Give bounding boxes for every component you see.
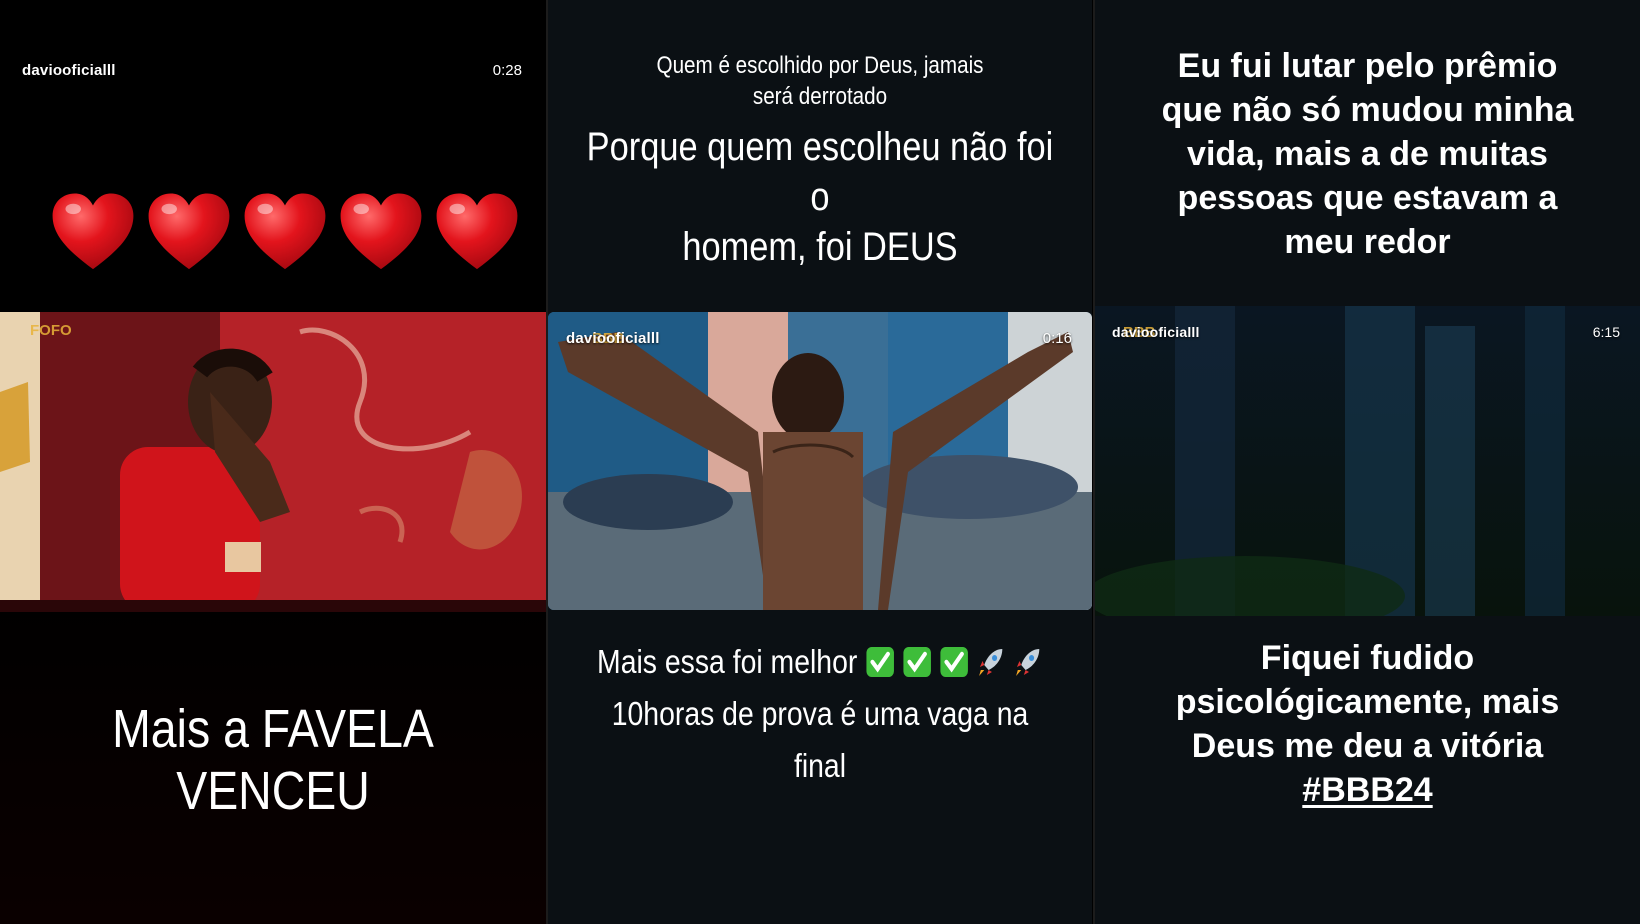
- video-frame[interactable]: BBB daviooficialll 6:15: [1095, 306, 1640, 616]
- hearts-row: [50, 190, 520, 276]
- heart-icon: [148, 193, 230, 270]
- caption-line: Eu fui lutar pelo prêmio: [1177, 47, 1558, 85]
- check-mark-icon: [903, 647, 931, 677]
- caption-text: Mais essa foi melhor: [597, 643, 858, 680]
- story-top-caption: Eu fui lutar pelo prêmio que não só mudo…: [1095, 44, 1640, 264]
- username-label[interactable]: daviooficialll: [566, 330, 660, 347]
- story-panel-3[interactable]: Eu fui lutar pelo prêmio que não só mudo…: [1095, 0, 1640, 924]
- caption-line: 10horas de prova é uma vaga na final: [611, 695, 1029, 784]
- caption-line: Deus me deu a vitória: [1191, 727, 1544, 765]
- heart-icon: [436, 193, 518, 270]
- caption-line: psicológicamente, mais: [1175, 683, 1560, 721]
- caption-line: pessoas que estavam a: [1177, 179, 1558, 217]
- emoji-row: [865, 643, 1043, 680]
- video-thumbnail: [0, 312, 546, 612]
- heart-icon: [340, 193, 422, 270]
- caption-line: Quem é escolhido por Deus, jamais: [656, 52, 984, 79]
- story-bottom-caption: Fiquei fudido psicológicamente, mais Deu…: [1095, 636, 1640, 812]
- heart-icon: [244, 193, 326, 270]
- story-panel-2[interactable]: Quem é escolhido por Deus, jamais será d…: [548, 0, 1092, 924]
- video-frame[interactable]: BBB daviooficialll 0:16: [548, 312, 1092, 610]
- check-mark-icon: [866, 647, 894, 677]
- hashtag-link[interactable]: #BBB24: [1095, 768, 1640, 812]
- video-frame[interactable]: FOFO: [0, 312, 546, 612]
- video-duration: 6:15: [1592, 324, 1620, 340]
- caption-line: vida, mais a de muitas: [1187, 135, 1548, 173]
- check-mark-icon: [940, 647, 968, 677]
- story-bottom-caption: Mais essa foi melhor 10horas de prova é …: [586, 636, 1054, 792]
- rocket-icon: [979, 649, 1003, 676]
- story-top-caption: Quem é escolhido por Deus, jamais será d…: [586, 50, 1054, 112]
- username-label[interactable]: daviooficialll: [1112, 324, 1200, 340]
- username-label[interactable]: daviooficialll: [22, 62, 116, 79]
- video-thumbnail: [1095, 306, 1640, 616]
- caption-line: que não só mudou minha: [1161, 91, 1574, 129]
- channel-badge: FOFO: [30, 322, 72, 339]
- story-panel-1[interactable]: daviooficialll 0:28 FOFO Mais a FAVELA V…: [0, 0, 546, 924]
- video-duration: 0:28: [492, 62, 522, 79]
- caption-line: Fiquei fudido: [1260, 639, 1475, 677]
- story-caption: Mais a FAVELA VENCEU: [112, 699, 434, 821]
- caption-line: será derrotado: [752, 83, 888, 110]
- rocket-icon: [1016, 649, 1040, 676]
- caption-line: meu redor: [1284, 223, 1451, 261]
- caption-line: Mais essa foi melhor: [586, 636, 1054, 688]
- video-duration: 0:16: [1042, 330, 1072, 347]
- story-main-caption: Porque quem escolheu não foi o homem, fo…: [586, 122, 1054, 272]
- video-thumbnail: [548, 312, 1092, 610]
- heart-icon: [52, 193, 134, 270]
- caption-line: Porque quem escolheu não foi o: [586, 125, 1054, 219]
- caption-line: homem, foi DEUS: [682, 225, 958, 269]
